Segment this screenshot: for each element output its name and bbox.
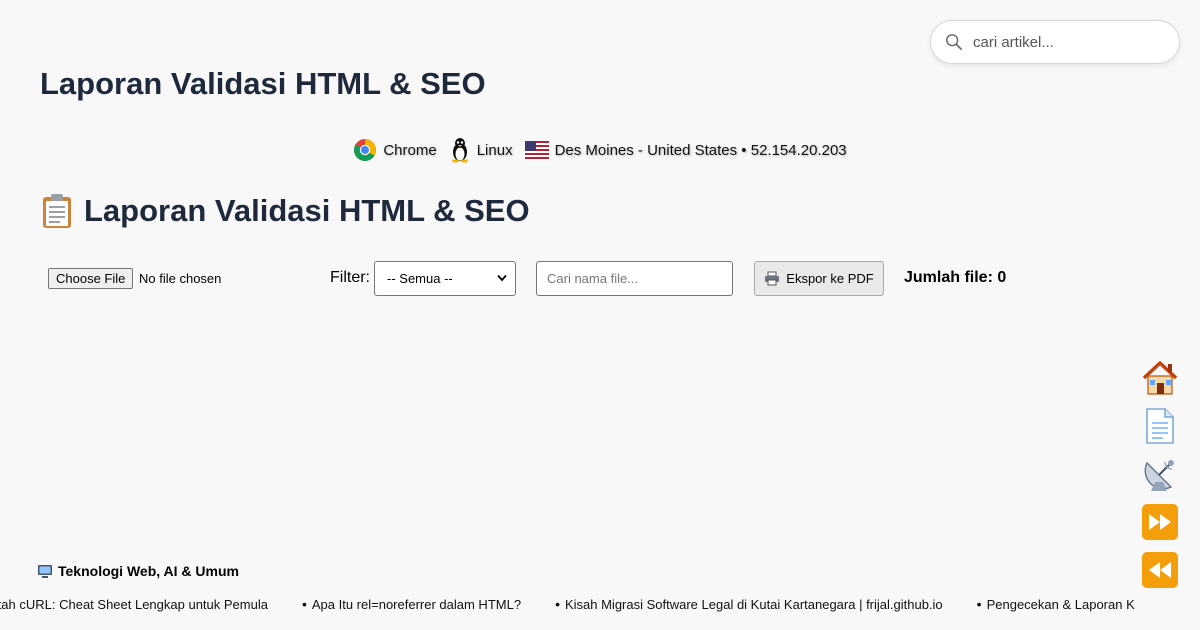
export-pdf-label: Ekspor ke PDF	[786, 271, 874, 286]
computer-icon	[38, 564, 52, 578]
chrome-icon	[354, 139, 377, 161]
file-count: Jumlah file: 0	[904, 269, 1007, 286]
fast-forward-icon	[1142, 504, 1178, 540]
file-status: No file chosen	[139, 271, 222, 286]
nav-satellite-button[interactable]	[1140, 454, 1180, 494]
ticker-track: erintah cURL: Cheat Sheet Lengkap untuk …	[0, 596, 1169, 612]
location-text: Des Moines - United States • 52.154.20.2…	[554, 141, 847, 159]
report-title-text: Laporan Validasi HTML & SEO	[84, 193, 530, 228]
bullet-icon: •	[976, 596, 982, 612]
browser-info: Chrome	[353, 138, 437, 162]
clipboard-icon	[40, 193, 74, 229]
visitor-info: Chrome Linux Des Moines - United States …	[0, 136, 1200, 164]
us-flag-icon	[524, 141, 549, 159]
filter-label: Filter:	[330, 269, 370, 286]
export-pdf-button[interactable]: Ekspor ke PDF	[754, 261, 884, 296]
rewind-icon	[1142, 552, 1178, 588]
home-icon	[1142, 361, 1178, 395]
filename-search-input[interactable]	[536, 261, 733, 296]
nav-home-button[interactable]	[1140, 358, 1180, 398]
browser-name: Chrome	[383, 141, 437, 159]
nav-rewind-button[interactable]	[1140, 550, 1180, 590]
choose-file-button[interactable]: Choose File	[48, 268, 134, 289]
filter-select[interactable]: -- Semua --	[374, 261, 516, 296]
filter-selected-value: -- Semua --	[387, 271, 453, 286]
search-icon	[946, 34, 963, 51]
ticker-item-text: Apa Itu rel=noreferrer dalam HTML?	[311, 596, 522, 612]
os-info: Linux	[449, 137, 513, 163]
ticker-item[interactable]: • Kisah Migrasi Software Legal di Kutai …	[555, 596, 943, 612]
ticker-item-text: Pengecekan & Laporan K	[986, 596, 1135, 612]
ticker-heading: Teknologi Web, AI & Umum	[37, 563, 239, 579]
ticker-item[interactable]: • Pengecekan & Laporan K	[977, 596, 1135, 612]
article-ticker: erintah cURL: Cheat Sheet Lengkap untuk …	[0, 596, 1200, 616]
printer-icon	[765, 271, 780, 286]
os-name: Linux	[476, 141, 513, 159]
nav-fast-forward-button[interactable]	[1140, 502, 1180, 542]
ticker-item[interactable]: erintah cURL: Cheat Sheet Lengkap untuk …	[0, 596, 268, 612]
bullet-icon: •	[555, 596, 560, 612]
ticker-item-text: Kisah Migrasi Software Legal di Kutai Ka…	[564, 596, 943, 612]
nav-document-button[interactable]	[1140, 406, 1180, 446]
report-title: Laporan Validasi HTML & SEO	[40, 193, 530, 229]
ticker-item-text: erintah cURL: Cheat Sheet Lengkap untuk …	[0, 596, 268, 612]
linux-penguin-icon	[451, 138, 468, 163]
location-info: Des Moines - United States • 52.154.20.2…	[524, 141, 847, 159]
ticker-item[interactable]: • Apa Itu rel=noreferrer dalam HTML?	[302, 596, 521, 612]
report-toolbar: Choose File No file chosen Filter: -- Se…	[48, 260, 1048, 296]
document-icon	[1146, 408, 1174, 444]
search-input[interactable]	[971, 32, 1161, 52]
side-navigation	[1140, 358, 1180, 598]
bullet-icon: •	[301, 596, 307, 612]
chevron-down-icon	[497, 274, 507, 282]
satellite-icon	[1144, 460, 1174, 491]
search-box[interactable]	[930, 20, 1180, 64]
site-title: Laporan Validasi HTML & SEO	[40, 66, 486, 101]
ticker-heading-text: Teknologi Web, AI & Umum	[58, 563, 239, 579]
